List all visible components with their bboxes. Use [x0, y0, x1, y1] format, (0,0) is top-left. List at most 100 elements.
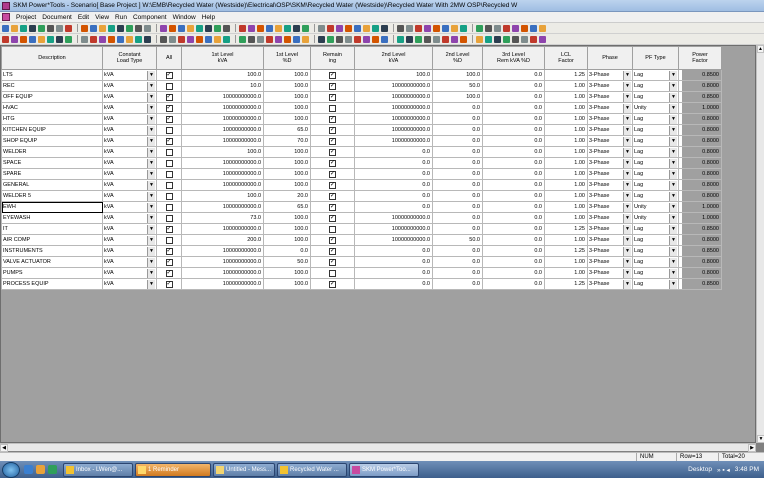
dropdown-arrow-icon[interactable]: ▼ — [147, 213, 155, 223]
toolbar-button-icon[interactable] — [512, 24, 519, 32]
l1-pd-cell[interactable]: 100.0 — [263, 113, 311, 125]
power-factor-cell[interactable]: 0.8000 — [678, 256, 722, 268]
description-cell[interactable]: KITCHEN EQUIP — [1, 124, 103, 136]
toolbar-button-icon[interactable] — [302, 24, 309, 32]
l2-kva-cell[interactable]: 0.0 — [354, 179, 433, 191]
toolbar-button-icon[interactable] — [2, 35, 9, 43]
load-type-cell[interactable]: kVA ▼ — [102, 124, 157, 136]
toolbar-button-icon[interactable] — [20, 24, 27, 32]
menu-component[interactable]: Component — [130, 14, 170, 21]
lcl-factor-cell[interactable]: 1.00 — [544, 102, 588, 114]
all-checkbox[interactable]: ✓ — [165, 247, 173, 255]
toolbar-button-icon[interactable] — [117, 24, 124, 32]
description-cell[interactable]: EWH — [1, 201, 103, 213]
l1-kva-cell[interactable]: 10.0 — [181, 80, 264, 92]
l2-kva-cell[interactable]: 0.0 — [354, 190, 433, 202]
load-type-cell[interactable]: kVA ▼ — [102, 168, 157, 180]
pf-type-cell[interactable]: Lag ▼ — [632, 190, 679, 202]
l1-pd-cell[interactable]: 100.0 — [263, 234, 311, 246]
description-cell[interactable]: WELDER — [1, 146, 103, 158]
scroll-down-icon[interactable]: ▼ — [757, 435, 764, 443]
description-cell[interactable]: SHOP EQUIP — [1, 135, 103, 147]
toolbar-button-icon[interactable] — [135, 35, 142, 43]
l2-kva-cell[interactable]: 0.0 — [354, 201, 433, 213]
toolbar-button-icon[interactable] — [248, 24, 255, 32]
vertical-scrollbar[interactable]: ▲ ▼ — [756, 45, 764, 443]
dropdown-arrow-icon[interactable]: ▼ — [623, 103, 631, 113]
toolbar-button-icon[interactable] — [205, 35, 212, 43]
column-header-remaining[interactable]: Remain ing — [310, 46, 355, 70]
l2-kva-cell[interactable]: 10000000000.0 — [354, 113, 433, 125]
phase-cell[interactable]: 3-Phase ▼ — [587, 278, 633, 290]
remaining-checkbox[interactable]: ✓ — [329, 170, 336, 178]
dropdown-arrow-icon[interactable]: ▼ — [669, 158, 677, 168]
description-cell[interactable]: HTG — [1, 113, 103, 125]
l1-pd-cell[interactable]: 65.0 — [263, 124, 311, 136]
power-factor-cell[interactable]: 0.8000 — [678, 234, 722, 246]
ie-icon[interactable] — [24, 465, 33, 474]
toolbar-button-icon[interactable] — [512, 35, 519, 43]
load-type-cell[interactable]: kVA ▼ — [102, 113, 157, 125]
l1-kva-cell[interactable]: 10000000000.0 — [181, 223, 264, 235]
dropdown-arrow-icon[interactable]: ▼ — [147, 103, 155, 113]
dropdown-arrow-icon[interactable]: ▼ — [669, 224, 677, 234]
l2-kva-cell[interactable]: 10000000000.0 — [354, 102, 433, 114]
l3-rem-cell[interactable]: 0.0 — [482, 278, 545, 290]
desktop-toolbar[interactable]: Desktop — [688, 466, 712, 473]
l2-kva-cell[interactable]: 0.0 — [354, 267, 433, 279]
l1-pd-cell[interactable]: 100.0 — [263, 146, 311, 158]
l2-pd-cell[interactable]: 50.0 — [432, 80, 483, 92]
l2-pd-cell[interactable]: 0.0 — [432, 256, 483, 268]
dropdown-arrow-icon[interactable]: ▼ — [147, 114, 155, 124]
lcl-factor-cell[interactable]: 1.00 — [544, 124, 588, 136]
toolbar-button-icon[interactable] — [196, 24, 203, 32]
document-icon[interactable] — [2, 13, 10, 21]
dropdown-arrow-icon[interactable]: ▼ — [147, 235, 155, 245]
pf-type-cell[interactable]: Lag ▼ — [632, 267, 679, 279]
l1-kva-cell[interactable]: 10000000000.0 — [181, 168, 264, 180]
l1-pd-cell[interactable]: 100.0 — [263, 168, 311, 180]
l1-pd-cell[interactable]: 20.0 — [263, 190, 311, 202]
description-cell[interactable]: VALVE ACTUATOR — [1, 256, 103, 268]
toolbar-button-icon[interactable] — [363, 24, 370, 32]
dropdown-arrow-icon[interactable]: ▼ — [669, 70, 677, 80]
dropdown-arrow-icon[interactable]: ▼ — [623, 180, 631, 190]
horizontal-scrollbar[interactable]: ◀ ▶ — [0, 443, 756, 452]
lcl-factor-cell[interactable]: 1.00 — [544, 267, 588, 279]
scroll-up-icon[interactable]: ▲ — [757, 45, 764, 53]
phase-cell[interactable]: 3-Phase ▼ — [587, 190, 633, 202]
toolbar-button-icon[interactable] — [65, 35, 72, 43]
load-type-cell[interactable]: kVA ▼ — [102, 157, 157, 169]
remaining-checkbox[interactable]: ✓ — [329, 126, 336, 134]
dropdown-arrow-icon[interactable]: ▼ — [623, 114, 631, 124]
l2-kva-cell[interactable]: 0.0 — [354, 146, 433, 158]
toolbar-button-icon[interactable] — [318, 24, 325, 32]
dropdown-arrow-icon[interactable]: ▼ — [147, 125, 155, 135]
toolbar-button-icon[interactable] — [275, 35, 282, 43]
lcl-factor-cell[interactable]: 1.25 — [544, 245, 588, 257]
l1-pd-cell[interactable]: 100.0 — [263, 80, 311, 92]
l3-rem-cell[interactable]: 0.0 — [482, 91, 545, 103]
power-factor-cell[interactable]: 0.8000 — [678, 179, 722, 191]
toolbar-button-icon[interactable] — [284, 24, 291, 32]
load-type-cell[interactable]: kVA ▼ — [102, 234, 157, 246]
dropdown-arrow-icon[interactable]: ▼ — [147, 147, 155, 157]
toolbar-button-icon[interactable] — [29, 24, 36, 32]
lcl-factor-cell[interactable]: 1.00 — [544, 256, 588, 268]
lcl-factor-cell[interactable]: 1.00 — [544, 212, 588, 224]
scroll-right-icon[interactable]: ▶ — [748, 444, 756, 452]
toolbar-button-icon[interactable] — [363, 35, 370, 43]
toolbar-button-icon[interactable] — [336, 24, 343, 32]
l2-pd-cell[interactable]: 0.0 — [432, 190, 483, 202]
task-reminder[interactable]: 1 Reminder — [135, 462, 211, 477]
all-checkbox[interactable]: ✓ — [165, 258, 173, 266]
phase-cell[interactable]: 3-Phase ▼ — [587, 223, 633, 235]
column-header-phase[interactable]: Phase — [587, 46, 633, 70]
l3-rem-cell[interactable]: 0.0 — [482, 102, 545, 114]
l2-kva-cell[interactable]: 10000000000.0 — [354, 212, 433, 224]
dropdown-arrow-icon[interactable]: ▼ — [147, 279, 155, 289]
l3-rem-cell[interactable]: 0.0 — [482, 212, 545, 224]
dropdown-arrow-icon[interactable]: ▼ — [669, 202, 677, 212]
dropdown-arrow-icon[interactable]: ▼ — [669, 81, 677, 91]
pf-type-cell[interactable]: Lag ▼ — [632, 168, 679, 180]
